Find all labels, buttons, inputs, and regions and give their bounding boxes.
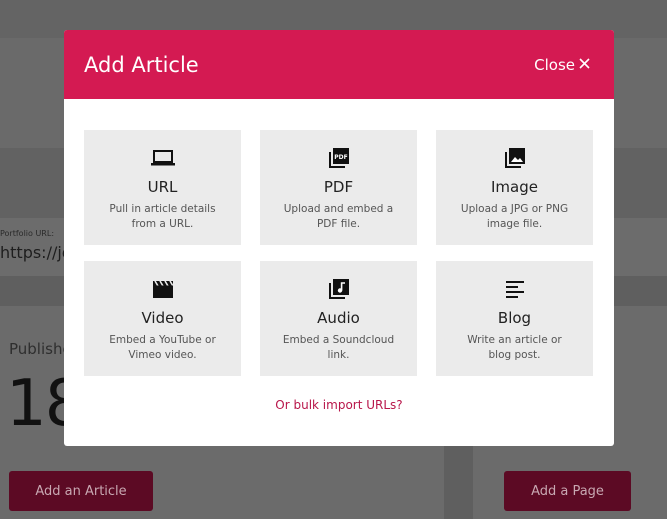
bulk-import-link[interactable]: Or bulk import URLs? <box>64 398 614 412</box>
image-icon <box>504 148 526 168</box>
option-title: Video <box>141 309 184 327</box>
option-audio[interactable]: Audio Embed a Soundcloud link. <box>260 261 417 376</box>
option-url[interactable]: URL Pull in article details from a URL. <box>84 130 241 245</box>
pdf-icon: PDF <box>328 148 350 168</box>
add-article-modal: Add Article Close URL Pull in article de… <box>64 30 614 446</box>
video-icon <box>152 279 174 299</box>
laptop-icon <box>150 148 175 168</box>
option-description: Upload a JPG or PNG image file. <box>460 203 569 230</box>
close-icon <box>579 57 590 73</box>
option-title: PDF <box>323 178 354 196</box>
option-image[interactable]: Image Upload a JPG or PNG image file. <box>436 130 593 245</box>
published-label: Publishe <box>9 340 72 358</box>
option-video[interactable]: Video Embed a YouTube or Vimeo video. <box>84 261 241 376</box>
option-description: Upload and embed a PDF file. <box>283 203 394 230</box>
blog-icon <box>505 279 525 299</box>
option-title: Audio <box>317 309 360 327</box>
modal-title: Add Article <box>84 52 199 77</box>
add-an-article-button[interactable]: Add an Article <box>9 471 153 511</box>
option-pdf[interactable]: PDF PDF Upload and embed a PDF file. <box>260 130 417 245</box>
option-title: URL <box>147 178 178 196</box>
option-description: Embed a Soundcloud link. <box>282 334 395 361</box>
add-a-page-button[interactable]: Add a Page <box>504 471 631 511</box>
close-button[interactable]: Close <box>534 56 590 74</box>
option-description: Pull in article details from a URL. <box>109 203 216 230</box>
source-options-grid: URL Pull in article details from a URL. … <box>84 130 593 376</box>
option-description: Embed a YouTube or Vimeo video. <box>109 334 216 361</box>
option-description: Write an article or blog post. <box>467 334 562 361</box>
portfolio-url-value: https://jo <box>0 243 72 262</box>
svg-text:PDF: PDF <box>334 154 347 161</box>
option-title: Blog <box>497 309 532 327</box>
portfolio-url-label: Portfolio URL: <box>0 229 55 238</box>
option-title: Image <box>491 178 538 196</box>
option-blog[interactable]: Blog Write an article or blog post. <box>436 261 593 376</box>
close-label: Close <box>534 55 575 74</box>
modal-header: Add Article Close <box>64 30 614 99</box>
audio-icon <box>328 279 350 299</box>
